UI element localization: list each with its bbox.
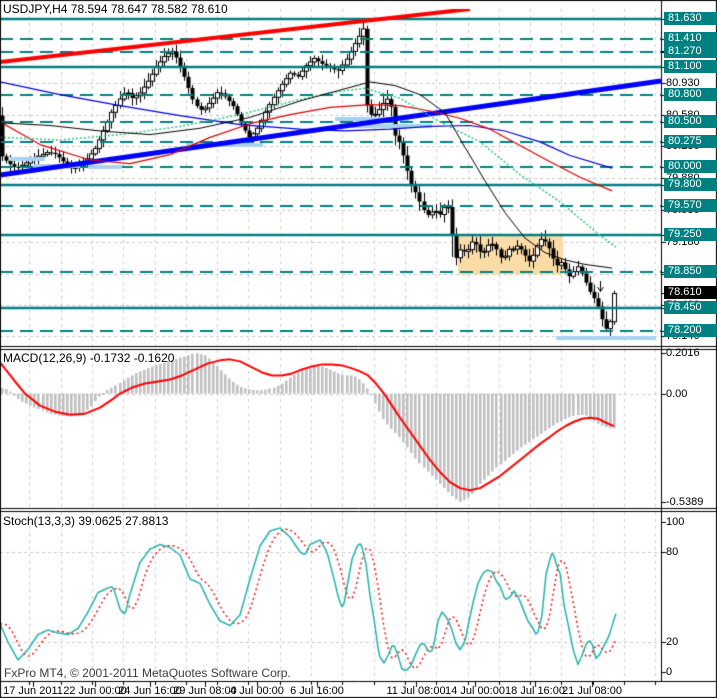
mt4-chart-window: USDJPY,H4 78.594 78.647 78.582 78.610 MA… <box>0 0 717 698</box>
price-chart-canvas[interactable] <box>0 0 717 698</box>
